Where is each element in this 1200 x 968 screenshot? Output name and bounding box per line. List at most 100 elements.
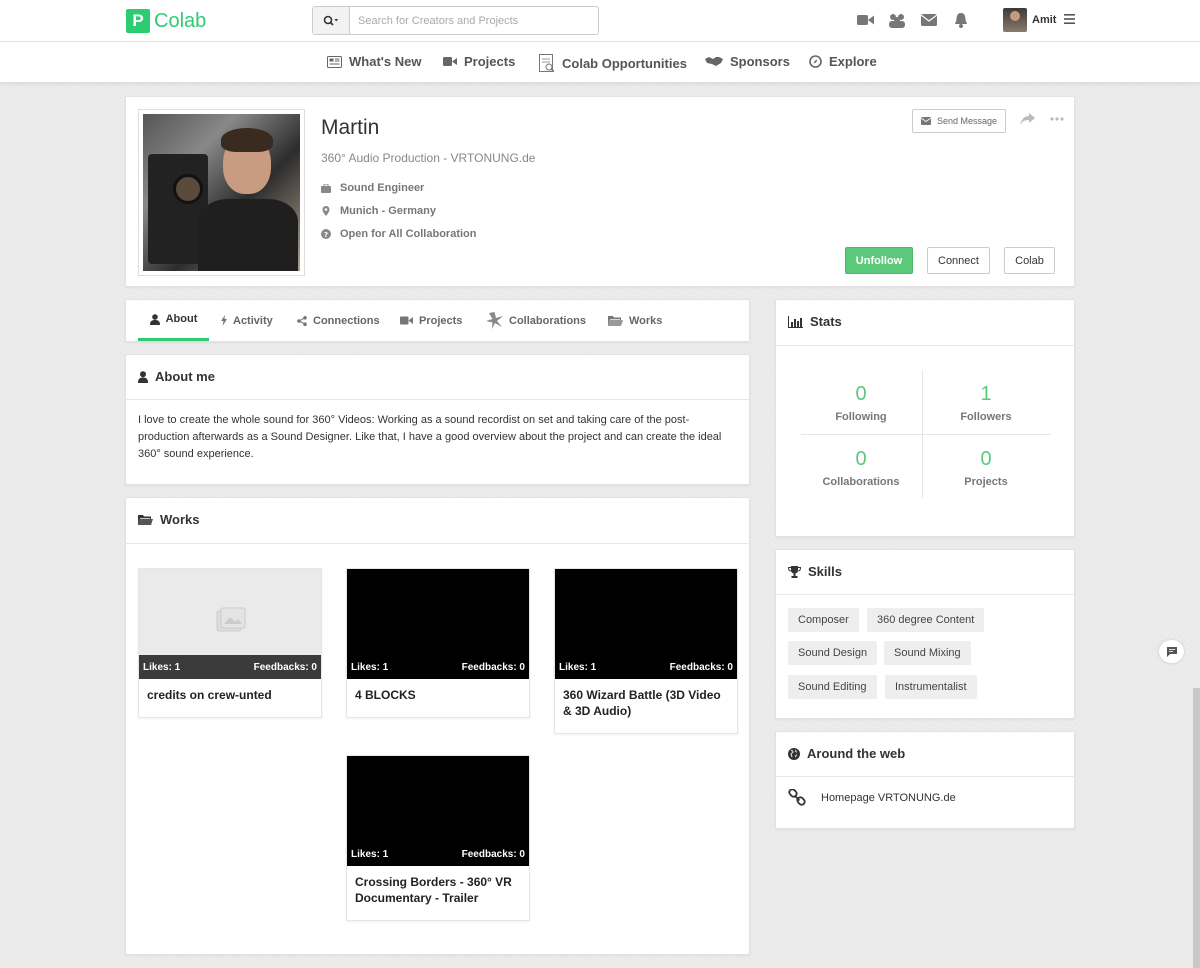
logo-text: Colab	[154, 9, 207, 32]
about-text: I love to create the whole sound for 360…	[138, 414, 722, 460]
projects-count[interactable]: 0	[926, 448, 1046, 471]
search-bar	[312, 6, 599, 35]
folder-icon	[608, 315, 623, 326]
send-message-label: Send Message	[936, 116, 998, 126]
logo-mark: P	[126, 9, 150, 33]
skill-tag[interactable]: Sound Editing	[788, 675, 877, 699]
feedback-tab[interactable]	[1159, 640, 1184, 663]
homepage-link[interactable]: Homepage VRTONUNG.de	[788, 789, 956, 807]
work-item[interactable]: Likes: 1 Feedbacks: 0 Crossing Borders -…	[346, 755, 530, 921]
nav-label: Colab Opportunities	[562, 55, 687, 71]
tab-label: Activity	[233, 314, 273, 327]
works-title: Works	[160, 512, 200, 527]
video-icon[interactable]	[856, 11, 874, 29]
search-input[interactable]	[350, 7, 598, 34]
send-message-button[interactable]: Send Message	[912, 109, 1006, 133]
nav-label: Explore	[829, 54, 877, 69]
newspaper-icon	[327, 55, 342, 68]
tab-label: Projects	[419, 314, 463, 327]
profile-card: Martin 360° Audio Production - VRTONUNG.…	[125, 96, 1075, 287]
work-thumbnail: Likes: 1 Feedbacks: 0	[555, 569, 737, 679]
work-stats-bar: Likes: 1 Feedbacks: 0	[347, 842, 529, 866]
stats-card: Stats 0 Following 1 Followers 0 Collabor…	[775, 299, 1075, 537]
unfollow-button[interactable]: Unfollow	[845, 247, 913, 274]
folder-icon	[138, 514, 153, 525]
more-options-icon[interactable]	[1050, 117, 1064, 121]
tab-works[interactable]: Works	[608, 300, 662, 341]
projects-label: Projects	[964, 476, 1008, 488]
following-label: Following	[835, 411, 887, 423]
colab-button[interactable]: Colab	[1004, 247, 1055, 274]
work-stats-bar: Likes: 1 Feedbacks: 0	[139, 655, 321, 679]
work-feedbacks: Feedbacks: 0	[253, 661, 317, 673]
tab-connections[interactable]: Connections	[297, 300, 380, 341]
web-heading: Around the web	[788, 746, 905, 761]
following-count[interactable]: 0	[801, 383, 921, 406]
work-item[interactable]: Likes: 1 Feedbacks: 0 360 Wizard Battle …	[554, 568, 738, 734]
tab-projects[interactable]: Projects	[400, 300, 462, 341]
work-feedbacks: Feedbacks: 0	[669, 661, 733, 673]
tab-collaborations[interactable]: Collaborations	[486, 300, 586, 341]
skills-card: Skills Composer 360 degree Content Sound…	[775, 549, 1075, 719]
work-likes: Likes: 1	[351, 848, 389, 860]
skill-tag[interactable]: 360 degree Content	[867, 608, 985, 632]
work-title[interactable]: Crossing Borders - 360° VR Documentary -…	[347, 866, 529, 920]
avatar	[1003, 8, 1027, 32]
work-stats-bar: Likes: 1 Feedbacks: 0	[347, 655, 529, 679]
connect-button[interactable]: Connect	[927, 247, 990, 274]
tab-label: Collaborations	[509, 314, 587, 327]
nav-item-whats-new[interactable]: What's New	[327, 54, 421, 69]
tab-activity[interactable]: Activity	[221, 300, 273, 341]
skills-heading: Skills	[788, 564, 842, 579]
group-icon[interactable]	[888, 11, 906, 29]
web-card: Around the web Homepage VRTONUNG.de	[775, 731, 1075, 829]
nav-item-sponsors[interactable]: Sponsors	[705, 54, 790, 69]
work-item[interactable]: Likes: 1 Feedbacks: 0 credits on crew-un…	[138, 568, 322, 718]
profile-role-text: Sound Engineer	[340, 182, 425, 194]
work-title[interactable]: 4 BLOCKS	[347, 679, 529, 717]
nav-item-explore[interactable]: Explore	[809, 54, 877, 69]
work-feedbacks: Feedbacks: 0	[461, 661, 525, 673]
tab-about[interactable]: About	[138, 300, 209, 341]
video-icon	[443, 57, 457, 66]
homepage-link-text: Homepage VRTONUNG.de	[821, 792, 956, 804]
work-feedbacks: Feedbacks: 0	[461, 848, 525, 860]
hamburger-menu-icon[interactable]	[1064, 14, 1075, 24]
mail-icon[interactable]	[920, 11, 938, 29]
work-item[interactable]: Likes: 1 Feedbacks: 0 4 BLOCKS	[346, 568, 530, 718]
question-circle-icon: ?	[321, 229, 331, 239]
search-dropdown-button[interactable]	[313, 7, 350, 34]
nav-label: What's New	[349, 54, 422, 69]
skills-title: Skills	[808, 564, 842, 579]
profile-name: Martin	[321, 116, 380, 139]
followers-count[interactable]: 1	[926, 383, 1046, 406]
share-arrow-icon[interactable]	[1020, 113, 1035, 125]
main-nav: What's New Projects Colab Opportunities …	[0, 42, 1200, 83]
nav-item-colab-opportunities[interactable]: Colab Opportunities	[539, 54, 687, 72]
top-bar: P Colab Amit	[0, 0, 1200, 42]
scrollbar-thumb[interactable]	[1193, 688, 1200, 968]
work-title[interactable]: credits on crew-unted	[139, 679, 321, 717]
nav-item-projects[interactable]: Projects	[443, 54, 515, 69]
profile-tabs: About Activity Connections Projects Coll…	[125, 299, 750, 342]
skill-tag[interactable]: Sound Mixing	[884, 641, 971, 665]
user-menu[interactable]: Amit	[1003, 8, 1056, 32]
logo[interactable]: P Colab	[126, 9, 206, 33]
bell-icon[interactable]	[952, 11, 970, 29]
work-thumbnail: Likes: 1 Feedbacks: 0	[347, 756, 529, 866]
svg-text:?: ?	[324, 231, 328, 239]
handshake-icon	[705, 57, 723, 66]
collaborations-count[interactable]: 0	[801, 448, 921, 471]
user-icon	[138, 370, 148, 383]
tab-label: About	[165, 313, 198, 325]
skill-tag[interactable]: Instrumentalist	[885, 675, 977, 699]
tab-label: Works	[629, 314, 663, 327]
nav-label: Projects	[464, 54, 516, 69]
skill-tag[interactable]: Composer	[788, 608, 859, 632]
profile-photo	[138, 109, 305, 276]
profile-availability: ? Open for All Collaboration	[321, 228, 476, 240]
skill-tag[interactable]: Sound Design	[788, 641, 878, 665]
work-title[interactable]: 360 Wizard Battle (3D Video & 3D Audio)	[555, 679, 737, 733]
share-icon	[297, 315, 307, 326]
search-icon	[323, 15, 338, 26]
